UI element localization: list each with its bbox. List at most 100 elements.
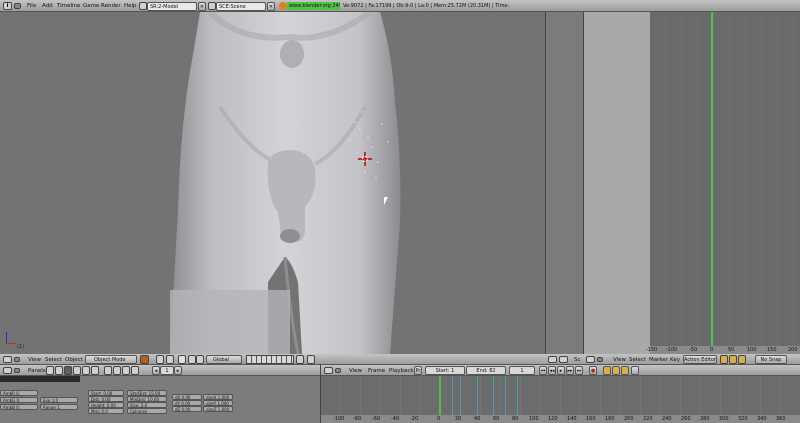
keyframe-marker[interactable] — [460, 376, 461, 415]
collapse-header-icon-5[interactable] — [335, 368, 341, 373]
ae-menu-select[interactable]: Select — [629, 355, 646, 365]
scene-icon[interactable] — [91, 366, 99, 375]
jump-start-button[interactable]: ⏮ — [539, 366, 547, 375]
collapse-header-icon-4[interactable] — [14, 368, 20, 373]
action-editor-channels[interactable] — [650, 12, 800, 346]
collapse-header-icon-3[interactable] — [597, 357, 603, 362]
menu-file[interactable]: File — [27, 1, 36, 11]
texture-icon[interactable] — [122, 366, 130, 375]
menu-add[interactable]: Add — [42, 1, 53, 11]
menu-render[interactable]: Render — [101, 1, 121, 11]
window-type-icon-4[interactable] — [3, 367, 12, 374]
screen-selector[interactable]: SR:2-Model — [147, 2, 197, 11]
keyframe-marker[interactable] — [517, 376, 518, 415]
menu-game[interactable]: Game — [83, 1, 99, 11]
delete-key-button[interactable] — [621, 366, 629, 375]
dz-field[interactable]: dZ 0.00 — [172, 406, 202, 412]
3d-cursor-icon[interactable] — [358, 152, 372, 166]
window-type-icon-2[interactable] — [548, 356, 557, 363]
scene-browse-icon[interactable] — [208, 2, 216, 10]
insert-key-button[interactable] — [612, 366, 620, 375]
3d-viewport[interactable]: (1) — [0, 12, 545, 354]
keying-set-button[interactable] — [603, 366, 611, 375]
tl-menu-playback[interactable]: Playback — [389, 366, 414, 376]
object-icon[interactable] — [73, 366, 81, 375]
menu-help[interactable]: Help — [124, 1, 137, 11]
exp-field[interactable]: Exp 1.0 — [40, 397, 78, 403]
manipulator-icon[interactable] — [178, 355, 186, 364]
editing-icon[interactable] — [82, 366, 90, 375]
blender-link[interactable]: www.blender.org 249.2 — [287, 2, 340, 10]
start-frame-field[interactable]: Start: 1 — [425, 366, 465, 375]
frame-number[interactable]: 1 — [160, 366, 174, 375]
ae-menu-key[interactable]: Key — [670, 355, 680, 365]
script-icon[interactable] — [55, 366, 63, 375]
preview-range-button[interactable]: Pr — [414, 366, 422, 375]
layer-buttons[interactable] — [246, 355, 294, 364]
rotate-icon[interactable] — [196, 355, 204, 364]
action-editor-list[interactable] — [583, 12, 650, 354]
keyframe-marker[interactable] — [493, 376, 494, 415]
material-icon[interactable] — [113, 366, 121, 375]
jump-end-button[interactable]: ⏭ — [575, 366, 583, 375]
sync-button[interactable] — [631, 366, 639, 375]
size-z-field[interactable]: sizeZ 1.000 — [203, 406, 233, 412]
tl-menu-view[interactable]: View — [349, 366, 362, 376]
record-button[interactable]: ● — [589, 366, 597, 375]
shading-icon[interactable] — [64, 366, 72, 375]
paste-flip-icon[interactable] — [738, 355, 746, 364]
amb-b-field[interactable]: AmbB 0. — [0, 404, 38, 410]
panels-label[interactable]: Panels — [28, 366, 46, 376]
window-type-icon-3[interactable] — [586, 356, 595, 363]
frame-range-start-line[interactable] — [439, 376, 441, 415]
collapse-menu-icon[interactable] — [14, 3, 21, 9]
render-preview-icon[interactable] — [307, 355, 315, 364]
menu-object[interactable]: Object — [65, 355, 83, 365]
prev-key-button[interactable]: ◂◂ — [548, 366, 556, 375]
window-type-icon[interactable] — [3, 356, 12, 363]
amb-r-field[interactable]: AmbR 0. — [0, 390, 38, 396]
screen-close-button[interactable]: ✕ — [198, 2, 206, 11]
amb-g-field[interactable]: AmbG 0. — [0, 397, 38, 403]
translate-icon[interactable] — [188, 355, 196, 364]
ae-menu-view[interactable]: View — [613, 355, 626, 365]
orientation-select[interactable]: Global — [206, 355, 242, 364]
frame-prev-button[interactable]: ◂ — [152, 366, 160, 375]
menu-view[interactable]: View — [28, 355, 41, 365]
keyframe-marker[interactable] — [477, 376, 478, 415]
scene-selector[interactable]: SCE:Scene — [216, 2, 266, 11]
menu-select[interactable]: Select — [45, 355, 62, 365]
logic-icon[interactable] — [46, 366, 54, 375]
screen-browse-icon[interactable] — [139, 2, 147, 10]
range-field[interactable]: Range 1. — [40, 404, 78, 410]
editor-mode-select[interactable]: Action Editor — [683, 355, 717, 364]
mode-select[interactable]: Object Mode — [85, 355, 137, 364]
paste-key-icon[interactable] — [729, 355, 737, 364]
pivot-icon[interactable] — [156, 355, 164, 364]
scene-close-button[interactable]: ✕ — [267, 2, 275, 11]
lock-icon[interactable] — [296, 355, 304, 364]
next-key-button[interactable]: ▸▸ — [566, 366, 574, 375]
play-button[interactable]: ▸ — [557, 366, 565, 375]
end-frame-field[interactable]: End: 82 — [466, 366, 506, 375]
collapse-header-icon[interactable] — [14, 357, 20, 362]
tl-menu-frame[interactable]: Frame — [368, 366, 385, 376]
colnoise-field[interactable]: Colnoise — [127, 408, 167, 414]
collapse-header-icon-2[interactable] — [559, 356, 568, 363]
frame-next-button[interactable]: ▸ — [174, 366, 182, 375]
draw-type-icon[interactable] — [140, 355, 149, 364]
current-frame-line[interactable] — [711, 12, 713, 346]
mist-misi-field[interactable]: Misi: 0.0 — [88, 408, 124, 414]
current-frame-field[interactable]: 1 — [509, 366, 535, 375]
info-icon[interactable]: i — [3, 2, 12, 10]
snap-icon[interactable] — [166, 355, 174, 364]
window-type-icon-5[interactable] — [324, 367, 333, 374]
menu-timeline[interactable]: Timeline — [57, 1, 80, 11]
keyframe-marker[interactable] — [452, 376, 453, 415]
copy-key-icon[interactable] — [720, 355, 728, 364]
snap-select[interactable]: No Snap — [755, 355, 787, 364]
keyframe-marker[interactable] — [505, 376, 506, 415]
lamp-icon[interactable] — [104, 366, 112, 375]
timeline-track[interactable] — [321, 376, 800, 415]
ae-menu-marker[interactable]: Marker — [649, 355, 668, 365]
